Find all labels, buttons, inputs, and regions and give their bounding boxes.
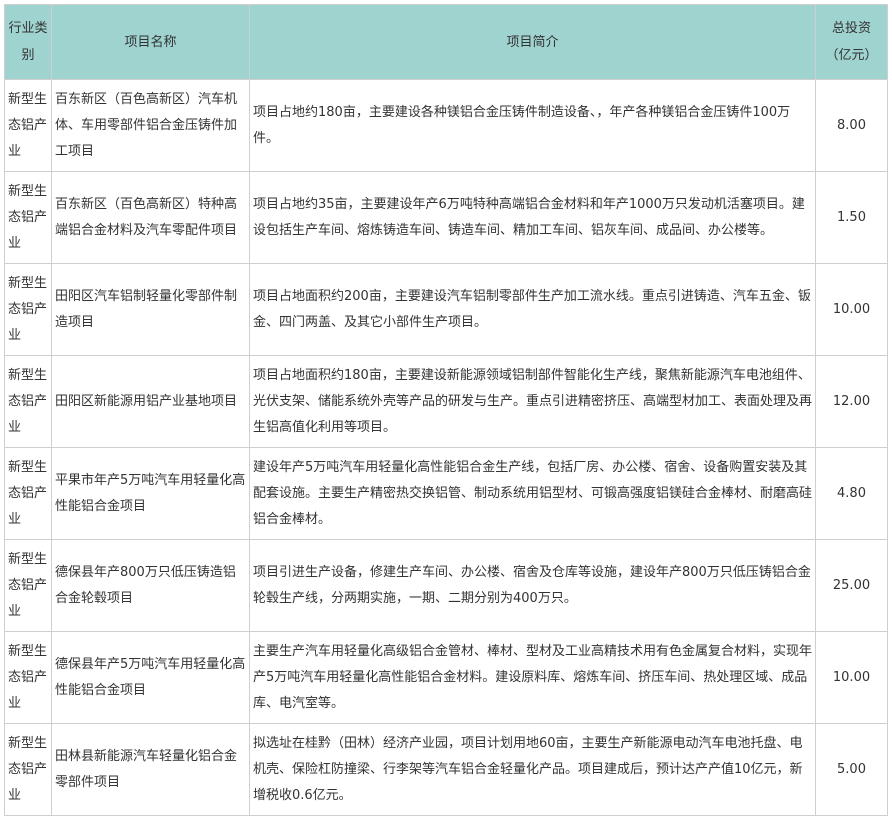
cell-investment: 25.00 bbox=[815, 539, 888, 632]
cell-category: 新型生态铝产业 bbox=[4, 171, 52, 264]
table-row: 新型生态铝产业 德保县年产5万吨汽车用轻量化高性能铝合金项目 主要生产汽车用轻量… bbox=[4, 631, 888, 724]
cell-investment: 10.00 bbox=[815, 631, 888, 724]
cell-project-summary: 项目占地面积约200亩，主要建设汽车铝制零部件生产加工流水线。重点引进铸造、汽车… bbox=[249, 263, 816, 356]
header-category: 行业类别 bbox=[4, 4, 52, 80]
cell-project-name: 田阳区新能源用铝产业基地项目 bbox=[51, 355, 250, 448]
table-row: 新型生态铝产业 田林县新能源汽车轻量化铝合金零部件项目 拟选址在桂黔（田林）经济… bbox=[4, 723, 888, 816]
table-row: 新型生态铝产业 田阳区汽车铝制轻量化零部件制造项目 项目占地面积约200亩，主要… bbox=[4, 263, 888, 356]
cell-category: 新型生态铝产业 bbox=[4, 79, 52, 172]
table-row: 新型生态铝产业 德保县年产800万只低压铸造铝合金轮毂项目 项目引进生产设备，修… bbox=[4, 539, 888, 632]
cell-project-name: 德保县年产5万吨汽车用轻量化高性能铝合金项目 bbox=[51, 631, 250, 724]
cell-project-summary: 项目占地面积约180亩，主要建设新能源领域铝制部件智能化生产线，聚焦新能源汽车电… bbox=[249, 355, 816, 448]
header-investment-unit: （亿元） bbox=[825, 48, 878, 63]
header-project-name: 项目名称 bbox=[51, 4, 250, 80]
table-header-row: 行业类别 项目名称 项目简介 总投资 （亿元） bbox=[4, 4, 888, 80]
cell-project-summary: 拟选址在桂黔（田林）经济产业园，项目计划用地60亩，主要生产新能源电动汽车电池托… bbox=[249, 723, 816, 816]
cell-project-name: 田阳区汽车铝制轻量化零部件制造项目 bbox=[51, 263, 250, 356]
cell-category: 新型生态铝产业 bbox=[4, 539, 52, 632]
cell-investment: 8.00 bbox=[815, 79, 888, 172]
cell-project-summary: 项目占地约180亩，主要建设各种镁铝合金压铸件制造设备、，年产各种镁铝合金压铸件… bbox=[249, 79, 816, 172]
cell-category: 新型生态铝产业 bbox=[4, 723, 52, 816]
cell-project-summary: 主要生产汽车用轻量化高级铝合金管材、棒材、型材及工业高精技术用有色金属复合材料，… bbox=[249, 631, 816, 724]
cell-category: 新型生态铝产业 bbox=[4, 355, 52, 448]
investment-project-table: 行业类别 项目名称 项目简介 总投资 （亿元） 新型生态铝产业 百东新区（百色高新… bbox=[4, 4, 888, 816]
cell-category: 新型生态铝产业 bbox=[4, 631, 52, 724]
table-row: 新型生态铝产业 平果市年产5万吨汽车用轻量化高性能铝合金项目 建设年产5万吨汽车… bbox=[4, 447, 888, 540]
cell-project-name: 德保县年产800万只低压铸造铝合金轮毂项目 bbox=[51, 539, 250, 632]
cell-investment: 4.80 bbox=[815, 447, 888, 540]
cell-project-name: 百东新区（百色高新区）汽车机体、车用零部件铝合金压铸件加工项目 bbox=[51, 79, 250, 172]
header-total-investment: 总投资 （亿元） bbox=[815, 4, 888, 80]
cell-investment: 12.00 bbox=[815, 355, 888, 448]
table-row: 新型生态铝产业 百东新区（百色高新区）汽车机体、车用零部件铝合金压铸件加工项目 … bbox=[4, 79, 888, 172]
cell-investment: 1.50 bbox=[815, 171, 888, 264]
cell-project-summary: 项目占地约35亩，主要建设年产6万吨特种高端铝合金材料和年产1000万只发动机活… bbox=[249, 171, 816, 264]
cell-project-summary: 项目引进生产设备，修建生产车间、办公楼、宿舍及仓库等设施，建设年产800万只低压… bbox=[249, 539, 816, 632]
cell-category: 新型生态铝产业 bbox=[4, 263, 52, 356]
cell-project-name: 平果市年产5万吨汽车用轻量化高性能铝合金项目 bbox=[51, 447, 250, 540]
cell-project-summary: 建设年产5万吨汽车用轻量化高性能铝合金生产线，包括厂房、办公楼、宿舍、设备购置安… bbox=[249, 447, 816, 540]
table-row: 新型生态铝产业 百东新区（百色高新区）特种高端铝合金材料及汽车零配件项目 项目占… bbox=[4, 171, 888, 264]
table-row: 新型生态铝产业 田阳区新能源用铝产业基地项目 项目占地面积约180亩，主要建设新… bbox=[4, 355, 888, 448]
cell-investment: 5.00 bbox=[815, 723, 888, 816]
cell-project-name: 田林县新能源汽车轻量化铝合金零部件项目 bbox=[51, 723, 250, 816]
header-investment-label: 总投资 bbox=[831, 21, 871, 36]
cell-investment: 10.00 bbox=[815, 263, 888, 356]
cell-category: 新型生态铝产业 bbox=[4, 447, 52, 540]
cell-project-name: 百东新区（百色高新区）特种高端铝合金材料及汽车零配件项目 bbox=[51, 171, 250, 264]
header-project-summary: 项目简介 bbox=[249, 4, 816, 80]
